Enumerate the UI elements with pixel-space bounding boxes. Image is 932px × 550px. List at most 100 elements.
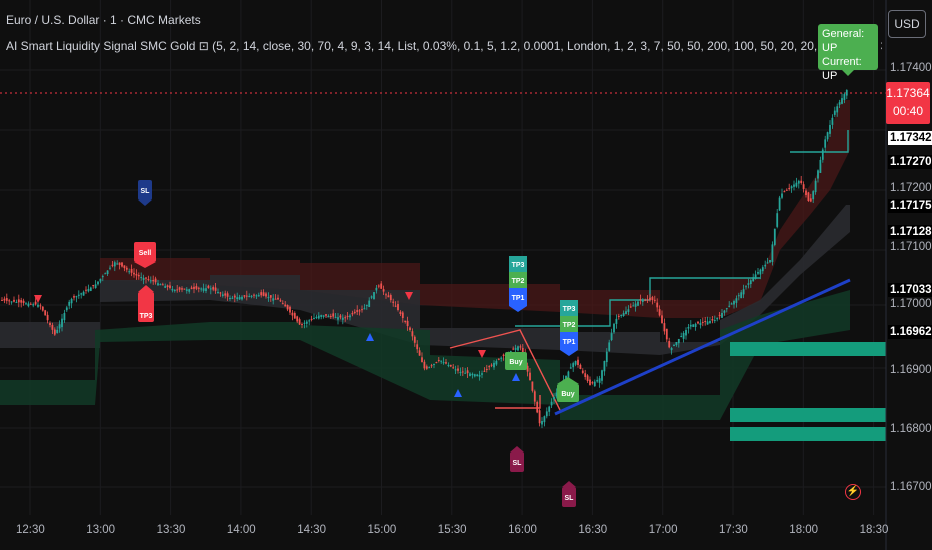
candle-body — [334, 316, 337, 318]
candle-body — [469, 373, 471, 377]
candle-body — [250, 295, 253, 297]
candle-body — [265, 293, 267, 297]
symbol-title[interactable]: Euro / U.S. Dollar · 1 · CMC Markets — [6, 13, 201, 27]
candle-body — [466, 370, 469, 374]
candle-body — [248, 296, 251, 298]
candle-body — [802, 184, 805, 189]
candle-body — [764, 264, 767, 267]
candle-body — [497, 358, 500, 360]
currency-button[interactable]: USD — [888, 10, 926, 38]
candle-body — [399, 311, 402, 314]
candle-body — [3, 298, 6, 301]
candle-body — [776, 213, 779, 227]
candle-body — [706, 321, 709, 325]
candle-body — [809, 198, 812, 202]
candle-body — [190, 287, 193, 290]
candle-body — [622, 313, 625, 316]
candle-body — [205, 288, 207, 292]
candle-body — [169, 285, 171, 288]
candle-body — [723, 310, 726, 313]
candle-body — [298, 319, 301, 325]
candle-body — [471, 373, 474, 376]
candle-body — [253, 294, 255, 296]
candle-body — [147, 278, 150, 280]
candle-body — [728, 305, 731, 307]
candle-body — [219, 292, 222, 294]
candle-body — [207, 285, 210, 289]
candle-body — [118, 262, 121, 265]
candle-body — [159, 284, 162, 286]
candle-body — [807, 192, 810, 201]
candle-body — [104, 273, 107, 275]
price-chart[interactable]: SL SL SL Sell TP3 TP3 TP2 TP1 TP3 TP2 TP… — [0, 0, 932, 550]
flash-icon[interactable]: ⚡ — [845, 484, 861, 500]
candle-body — [82, 291, 85, 296]
tp3-text: TP3 — [512, 262, 525, 269]
candle-body — [783, 191, 786, 193]
candle-body — [101, 276, 104, 278]
candle-body — [785, 189, 788, 191]
candle-body — [358, 310, 361, 312]
candle-body — [593, 381, 596, 387]
order-block — [730, 408, 886, 422]
candle-body — [75, 296, 78, 298]
candle-body — [538, 410, 541, 424]
candle-body — [437, 359, 440, 361]
candle-body — [821, 149, 824, 160]
candle-body — [442, 362, 445, 364]
candle-body — [17, 299, 20, 303]
candle-body — [209, 288, 212, 290]
candle-body — [610, 333, 613, 341]
candle-body — [1, 299, 3, 301]
candle-body — [99, 278, 102, 282]
candle-body — [183, 288, 186, 290]
candle-body — [113, 262, 116, 267]
candle-body — [255, 295, 258, 297]
candle-body — [711, 318, 714, 321]
candle-body — [49, 322, 51, 325]
candle-body — [310, 318, 313, 320]
candle-body — [653, 299, 656, 301]
candle-body — [629, 306, 632, 308]
candle-body — [766, 262, 769, 264]
candle-body — [217, 292, 219, 293]
candle-body — [308, 320, 311, 322]
candle-body — [675, 342, 678, 346]
candle-body — [387, 295, 390, 298]
candle-body — [500, 357, 503, 359]
price-axis-label: 1.16700 — [890, 481, 932, 493]
candle-body — [351, 313, 354, 315]
candle-body — [733, 301, 735, 305]
candle-body — [51, 324, 54, 330]
candle-body — [349, 315, 351, 318]
candle-body — [61, 318, 63, 328]
candle-body — [553, 397, 555, 400]
time-axis-label: 14:30 — [297, 524, 326, 536]
tp1-text: TP1 — [512, 295, 525, 302]
sl-text: SL — [565, 495, 575, 502]
candle-body — [53, 329, 56, 335]
candle-body — [329, 315, 332, 317]
candle-body — [152, 279, 155, 282]
candle-body — [589, 379, 591, 385]
candle-body — [382, 289, 385, 292]
candle-body — [572, 363, 575, 368]
candle-body — [761, 267, 764, 272]
candle-body — [20, 300, 23, 303]
candle-body — [627, 309, 630, 312]
time-axis-label: 14:00 — [226, 524, 256, 536]
indicator-legend[interactable]: AI Smart Liquidity Signal SMC Gold ⊡ (5,… — [6, 39, 882, 53]
candle-body — [166, 285, 169, 288]
candle-body — [735, 298, 738, 303]
candle-body — [85, 289, 87, 291]
candle-body — [428, 367, 431, 369]
candle-body — [109, 267, 111, 269]
candle-body — [658, 309, 661, 316]
candle-body — [111, 264, 114, 266]
candle-body — [831, 117, 834, 125]
candle-body — [778, 197, 781, 211]
candle-body — [238, 297, 241, 300]
candle-body — [529, 372, 531, 380]
candle-body — [389, 295, 392, 301]
candle-body — [615, 318, 618, 324]
